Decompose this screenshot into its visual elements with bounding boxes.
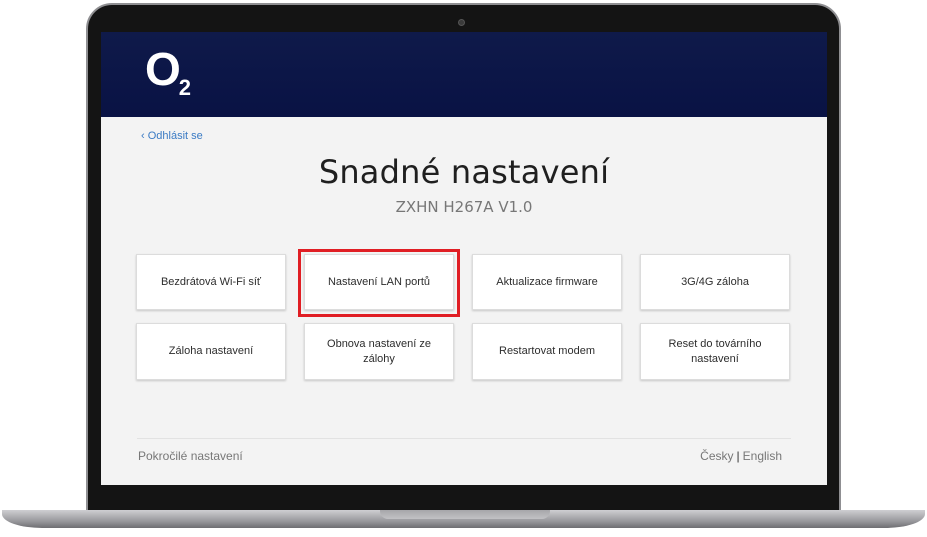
laptop-base-notch bbox=[380, 510, 550, 519]
language-switcher: Česky | English bbox=[700, 449, 782, 463]
laptop-frame: O2 ‹ Odhlásit se Snadné nastavení ZXHN H… bbox=[0, 0, 927, 537]
tile-settings-backup[interactable]: Záloha nastavení bbox=[136, 323, 286, 380]
tile-wifi[interactable]: Bezdrátová Wi-Fi síť bbox=[136, 254, 286, 310]
o2-logo: O2 bbox=[145, 42, 193, 102]
advanced-settings-link[interactable]: Pokročilé nastavení bbox=[138, 449, 243, 463]
logo-sub: 2 bbox=[178, 75, 192, 100]
lang-czech[interactable]: Česky bbox=[700, 449, 733, 463]
webcam-icon bbox=[458, 19, 465, 26]
footer-divider bbox=[137, 438, 791, 439]
tile-restore-backup[interactable]: Obnova nastavení ze zálohy bbox=[304, 323, 454, 380]
page-title: Snadné nastavení bbox=[318, 153, 610, 191]
device-model: ZXHN H267A V1.0 bbox=[395, 198, 533, 216]
lang-english[interactable]: English bbox=[743, 449, 782, 463]
lang-separator: | bbox=[736, 449, 740, 463]
tile-lan-ports[interactable]: Nastavení LAN portů bbox=[304, 254, 454, 310]
tile-firmware-update[interactable]: Aktualizace firmware bbox=[472, 254, 622, 310]
header-bar: O2 bbox=[101, 32, 827, 117]
logo-letter: O bbox=[145, 43, 181, 95]
router-admin-screen: O2 ‹ Odhlásit se Snadné nastavení ZXHN H… bbox=[101, 32, 827, 485]
tile-factory-reset[interactable]: Reset do továrního nastavení bbox=[640, 323, 790, 380]
tile-3g4g-backup[interactable]: 3G/4G záloha bbox=[640, 254, 790, 310]
logout-link[interactable]: ‹ Odhlásit se bbox=[141, 130, 203, 142]
tile-restart-modem[interactable]: Restartovat modem bbox=[472, 323, 622, 380]
